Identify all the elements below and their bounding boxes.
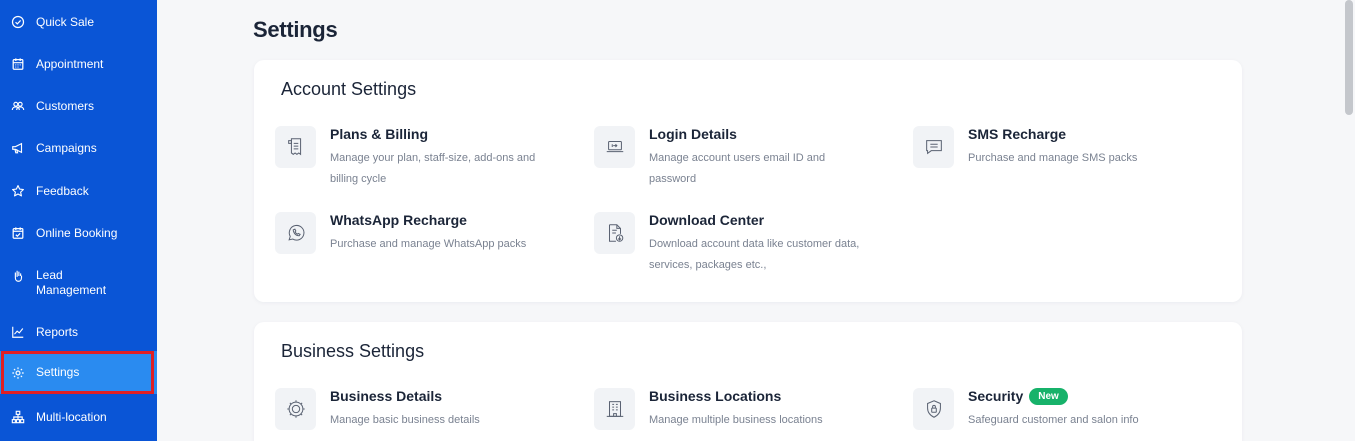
setting-title: Business Locations: [649, 388, 782, 404]
setting-title: Plans & Billing: [330, 126, 429, 142]
setting-description: Purchase and manage WhatsApp packs: [330, 238, 527, 250]
sidebar-item-settings[interactable]: Settings: [0, 351, 157, 394]
section-title: Account Settings: [281, 79, 417, 99]
sidebar-item-lead-management[interactable]: Lead Management: [0, 264, 157, 302]
setting-title: Business Details: [330, 388, 443, 404]
page-title: Settings: [253, 17, 338, 42]
sidebar-item-label: Lead Management: [36, 268, 107, 297]
setting-description: Manage your plan, staff-size, add-ons an…: [330, 152, 536, 185]
setting-title: SMS Recharge: [968, 126, 1067, 142]
sidebar-item-label: Feedback: [36, 183, 89, 198]
hand-icon: [11, 269, 25, 283]
megaphone-icon: [11, 141, 25, 155]
setting-description: Manage account users email ID and passwo…: [649, 152, 826, 185]
sidebar-item-label: Online Booking: [36, 225, 118, 240]
sidebar-item-label: Campaigns: [36, 140, 97, 155]
sidebar-item-online-booking[interactable]: Online Booking: [0, 218, 157, 248]
sidebar-item-label: Settings: [36, 365, 80, 379]
sidebar: Quick Sale Appointment Customers Campaig…: [0, 0, 157, 441]
file-download-icon: [594, 212, 635, 254]
whatsapp-icon: [275, 212, 316, 254]
business-settings-card: Business Settings Business Details Manag…: [254, 322, 1242, 441]
setting-title: Login Details: [649, 126, 737, 142]
scrollbar-thumb[interactable]: [1345, 0, 1353, 115]
sidebar-item-quick-sale[interactable]: Quick Sale: [0, 7, 157, 37]
setting-title: Download Center: [649, 212, 765, 228]
sidebar-item-label: Customers: [36, 98, 95, 113]
building-icon: [594, 388, 635, 430]
gear-icon: [11, 366, 25, 380]
calendar-icon: [11, 57, 25, 71]
sidebar-item-appointment[interactable]: Appointment: [0, 49, 157, 79]
sidebar-item-label: Quick Sale: [36, 14, 95, 29]
sidebar-item-reports[interactable]: Reports: [0, 317, 157, 347]
setting-title: WhatsApp Recharge: [330, 212, 467, 228]
receipt-icon: [275, 126, 316, 168]
sidebar-item-customers[interactable]: Customers: [0, 91, 157, 121]
check-circle-icon: [11, 15, 25, 29]
users-icon: [11, 99, 25, 113]
setting-description: Purchase and manage SMS packs: [968, 152, 1138, 164]
chart-line-icon: [11, 325, 25, 339]
message-icon: [913, 126, 954, 168]
sidebar-item-label: Multi-location: [36, 409, 107, 424]
sidebar-item-label: Reports: [36, 324, 79, 339]
new-badge: New: [1029, 388, 1068, 405]
sidebar-item-campaigns[interactable]: Campaigns: [0, 133, 157, 163]
setting-description: Safeguard customer and salon info: [968, 414, 1139, 426]
sidebar-item-multi-location[interactable]: Multi-location: [0, 402, 157, 432]
login-laptop-icon: [594, 126, 635, 168]
account-settings-card: Account Settings Plans & Billing Manage …: [254, 60, 1242, 302]
setting-description: Manage basic business details: [330, 414, 480, 426]
calendar-check-icon: [11, 226, 25, 240]
star-icon: [11, 184, 25, 198]
sidebar-item-label: Appointment: [36, 56, 104, 71]
sidebar-item-feedback[interactable]: Feedback: [0, 176, 157, 206]
main-content: Settings Account Settings Plans & Billin…: [157, 0, 1343, 441]
setting-description: Download account data like customer data…: [649, 238, 860, 271]
vertical-scrollbar[interactable]: [1343, 0, 1355, 441]
shield-lock-icon: [913, 388, 954, 430]
setting-title-text: Security: [968, 388, 1024, 404]
setting-description: Manage multiple business locations: [649, 414, 823, 426]
setting-title: Security New: [968, 388, 1068, 405]
section-title: Business Settings: [281, 341, 425, 361]
sitemap-icon: [11, 410, 25, 424]
business-gear-icon: [275, 388, 316, 430]
